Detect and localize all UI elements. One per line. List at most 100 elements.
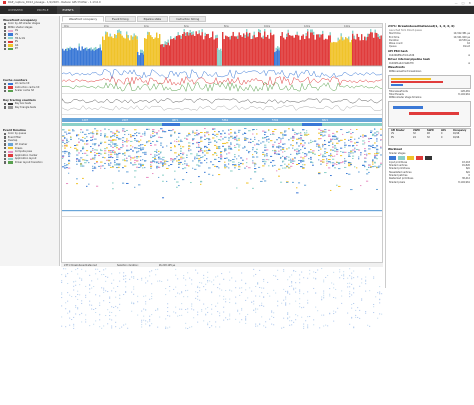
tab-overview[interactable]: OVERVIEW <box>2 6 29 14</box>
event-mark <box>148 128 150 130</box>
subtab-wavefront-occupancy[interactable]: Wavefront occupancy <box>62 16 105 22</box>
event-mark <box>272 132 274 134</box>
event-mark <box>116 154 119 156</box>
event-mark <box>322 135 325 137</box>
time-ruler[interactable]: 0ms2ms4ms6ms8ms10ms12ms14ms16ms <box>62 24 382 28</box>
checkbox-icon[interactable] <box>4 44 7 47</box>
event-mark <box>250 178 252 180</box>
timeline-view[interactable]: 0ms2ms4ms6ms8ms10ms12ms14ms16ms 12072407… <box>61 23 383 266</box>
event-mark <box>242 147 245 149</box>
event-mark <box>80 164 83 166</box>
event-mark <box>244 145 246 147</box>
checkbox-icon[interactable] <box>4 161 7 164</box>
event-mark <box>268 129 270 131</box>
event-mark <box>264 155 266 157</box>
subtab-event-timing[interactable]: Event timing <box>105 16 136 22</box>
checkbox-icon[interactable] <box>4 154 7 157</box>
event-mark <box>324 151 326 153</box>
event-mark <box>344 142 346 144</box>
subtab-instruction-timing[interactable]: Instruction timing <box>169 16 207 22</box>
cache-legend-scalar-cache-hit[interactable]: Scalar cache hit <box>1 89 59 93</box>
checkbox-icon[interactable] <box>4 143 7 146</box>
wf-legend-rt[interactable]: RT <box>1 47 59 51</box>
minimize-button[interactable]: — <box>455 1 458 5</box>
checkbox-icon[interactable] <box>4 40 7 43</box>
event-timeline-lane[interactable]: 1207 2407 4871 5361 5702 6821 <box>62 116 383 266</box>
event-mark <box>288 163 290 165</box>
event-block <box>162 123 180 126</box>
ghost-mark <box>131 272 133 274</box>
event-mark <box>170 158 173 160</box>
ghost-mark <box>197 298 199 300</box>
checkbox-icon[interactable] <box>4 146 7 150</box>
event-mark <box>382 135 383 136</box>
ghost-mark <box>169 290 171 292</box>
event-timeline-chart[interactable]: 1207 2407 4871 5361 5702 6821 <box>62 116 383 266</box>
checkbox-icon[interactable] <box>4 102 7 105</box>
event-mark <box>156 161 158 163</box>
checkbox-icon[interactable] <box>4 33 7 36</box>
event-mark <box>284 143 286 145</box>
copy-icon[interactable]: ⧉ <box>468 54 470 57</box>
event-mark <box>262 161 265 163</box>
checkbox-icon[interactable] <box>4 86 7 89</box>
event-mark <box>348 145 351 147</box>
occupancy-bar <box>105 31 107 35</box>
tab-profile[interactable]: PROFILE <box>31 6 55 14</box>
event-mark <box>114 139 117 141</box>
stage-chip-vs[interactable] <box>389 155 396 160</box>
occupancy-bar <box>287 32 289 66</box>
occupancy-bar <box>270 32 272 66</box>
stage-chip-hs[interactable] <box>398 155 405 160</box>
event-mark <box>124 154 126 156</box>
subtab-pipeline-state[interactable]: Pipeline state <box>136 16 169 22</box>
event-mark <box>76 163 78 165</box>
stage-chip-gs[interactable] <box>407 155 414 160</box>
checkbox-icon[interactable] <box>4 157 7 161</box>
event-legend-driver-layout-transition[interactable]: Driver layout transition <box>1 161 59 165</box>
ghost-mark <box>65 308 67 310</box>
checkbox-icon[interactable] <box>4 36 7 40</box>
checkbox-icon[interactable] <box>4 89 7 93</box>
event-mark <box>380 147 382 149</box>
event-mark <box>236 158 238 160</box>
ghost-mark <box>73 285 75 287</box>
event-mark <box>278 137 281 139</box>
checkbox-icon[interactable] <box>4 29 7 33</box>
event-mark <box>272 144 275 146</box>
event-mark <box>178 158 181 160</box>
close-button[interactable]: ✕ <box>468 1 471 5</box>
occupancy-bar <box>237 35 239 39</box>
event-mark <box>246 138 249 140</box>
event-mark <box>140 159 142 161</box>
ghost-mark <box>241 272 243 274</box>
checkbox-icon[interactable] <box>4 106 7 109</box>
checkbox-icon[interactable] <box>4 47 7 51</box>
ghost-mark <box>155 274 157 276</box>
stage-chip-cs[interactable] <box>425 155 432 160</box>
event-mark <box>90 158 92 160</box>
occupancy-bar <box>112 38 114 66</box>
stage-chip-ps[interactable] <box>416 155 423 160</box>
checkbox-icon[interactable] <box>4 150 7 153</box>
maximize-button[interactable]: □ <box>462 1 465 5</box>
ghost-mark <box>245 282 247 284</box>
occupancy-bar <box>156 32 158 66</box>
ghost-mark <box>327 275 329 277</box>
occupancy-bar <box>262 35 264 39</box>
rt-legend-ray-triangle-tests[interactable]: Ray triangle tests <box>1 106 59 110</box>
ghost-mark <box>73 323 75 325</box>
event-mark <box>150 162 153 164</box>
occupancy-bar <box>217 51 219 66</box>
ghost-mark <box>291 320 293 322</box>
event-mark <box>88 162 90 164</box>
event-mark <box>238 162 240 164</box>
checkbox-icon[interactable] <box>4 82 7 85</box>
tab-events[interactable]: EVENTS <box>56 6 80 14</box>
event-mark <box>156 167 158 169</box>
ghost-mark <box>267 292 269 294</box>
ghost-mark <box>299 303 301 305</box>
copy-icon[interactable]: ⧉ <box>468 62 470 65</box>
event-mark <box>112 182 114 184</box>
event-mark <box>162 165 164 167</box>
